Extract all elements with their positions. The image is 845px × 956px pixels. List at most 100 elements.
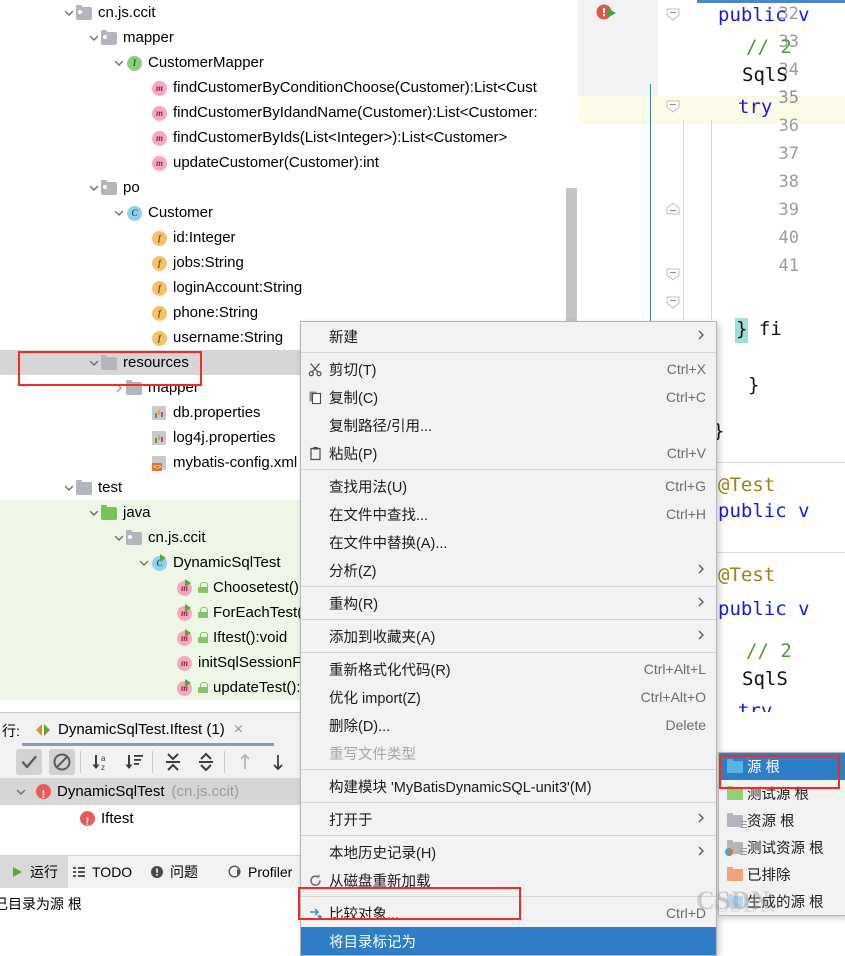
menu-item-17[interactable]: 本地历史记录(H)	[301, 838, 716, 866]
menu-item-label: 重构(R)	[329, 596, 379, 613]
bottom-tab-todo[interactable]: TODO	[62, 856, 142, 888]
show-passed-icon[interactable]	[16, 749, 42, 775]
tree-node-label: updateCustomer(Customer):int	[173, 154, 379, 171]
problems-icon	[150, 865, 164, 879]
menu-item-20[interactable]: 将目录标记为	[301, 927, 716, 955]
test-resources-root-icon	[725, 839, 747, 856]
tree-node-label: Iftest():void	[213, 629, 288, 646]
menu-item-19[interactable]: 比较对象... Ctrl+D	[301, 899, 716, 927]
tree-node-findcustomerbyidandname-customer-list-cu[interactable]: m findCustomerByIdandName(Customer):List<…	[0, 100, 578, 125]
previous-failed-icon[interactable]	[232, 749, 258, 775]
mark-directory-as-submenu[interactable]: 源 根测试源 根资源 根测试资源 根已排除生成的源 根	[718, 752, 845, 916]
submenu-item-excluded-icon[interactable]: 已排除	[719, 861, 845, 888]
menu-item-8[interactable]: 分析(Z)	[301, 556, 716, 584]
tree-node-findcustomerbyids-list-integer-list-cust[interactable]: m findCustomerByIds(List<Integer>):List<C…	[0, 125, 578, 150]
sources-root-icon	[725, 758, 747, 775]
menu-item-1[interactable]: 剪切(T) Ctrl+X	[301, 355, 716, 383]
chevron-down-icon[interactable]	[112, 206, 126, 220]
tree-node-po[interactable]: po	[0, 175, 578, 200]
menu-item-10[interactable]: 添加到收藏夹(A)	[301, 622, 716, 650]
menu-item-12[interactable]: 优化 import(Z) Ctrl+Alt+O	[301, 683, 716, 711]
menu-item-16[interactable]: 打开于	[301, 805, 716, 833]
tree-node-customer[interactable]: C Customer	[0, 200, 578, 225]
menu-item-label: 在文件中替换(A)...	[329, 535, 448, 552]
public-access-icon	[198, 682, 209, 693]
code-fold-up-icon[interactable]	[666, 202, 680, 215]
tree-node-customermapper[interactable]: I CustomerMapper	[0, 50, 578, 75]
code-fold-icon[interactable]	[666, 268, 680, 281]
field-icon: f	[151, 330, 168, 346]
tree-node-findcustomerbyconditionchoose-customer-l[interactable]: m findCustomerByConditionChoose(Customer)…	[0, 75, 578, 100]
menu-item-11[interactable]: 重新格式化代码(R) Ctrl+Alt+L	[301, 655, 716, 683]
tree-node-cn-js-ccit[interactable]: cn.js.ccit	[0, 0, 578, 25]
chevron-down-icon[interactable]	[112, 56, 126, 70]
chevron-down-icon[interactable]	[87, 181, 101, 195]
menu-item-7[interactable]: 在文件中替换(A)...	[301, 528, 716, 556]
chevron-down-icon[interactable]	[62, 481, 76, 495]
chevron-down-icon[interactable]	[14, 785, 28, 799]
code-fold-icon[interactable]	[666, 100, 680, 113]
chevron-down-icon[interactable]	[62, 6, 76, 20]
context-menu[interactable]: 新建剪切(T) Ctrl+X 复制(C) Ctrl+C 复制路径/引用... 粘贴(P) C…	[300, 321, 717, 956]
menu-item-15[interactable]: 构建模块 'MyBatisDynamicSQL-unit3'(M)	[301, 772, 716, 800]
menu-item-4[interactable]: 粘贴(P) Ctrl+V	[301, 439, 716, 467]
menu-item-9[interactable]: 重构(R)	[301, 589, 716, 617]
tree-node-updatecustomer-customer-int[interactable]: m updateCustomer(Customer):int	[0, 150, 578, 175]
test-method-icon: m	[176, 603, 193, 621]
menu-item-3[interactable]: 复制路径/引用...	[301, 411, 716, 439]
menu-item-5[interactable]: 查找用法(U) Ctrl+G	[301, 472, 716, 500]
bottom-tab-profiler[interactable]: Profiler	[218, 856, 302, 888]
menu-item-0[interactable]: 新建	[301, 322, 716, 350]
menu-item-label: 本地历史记录(H)	[329, 845, 437, 862]
close-icon[interactable]: ×	[234, 721, 243, 739]
run-test-with-error-gutter-icon[interactable]	[596, 4, 620, 22]
code-line: public v	[718, 4, 810, 26]
test-result-package: (cn.js.ccit)	[171, 783, 240, 800]
properties-file-icon	[151, 405, 168, 421]
bottom-tab-[interactable]: 问题	[140, 856, 208, 888]
menu-item-shortcut: Ctrl+D	[665, 905, 706, 921]
tree-node-label: findCustomerByIds(List<Integer>):List<Cu…	[173, 129, 508, 146]
menu-item-2[interactable]: 复制(C) Ctrl+C	[301, 383, 716, 411]
menu-item-13[interactable]: 删除(D)... Delete	[301, 711, 716, 739]
tree-node-loginaccount-string[interactable]: f loginAccount:String	[0, 275, 578, 300]
hide-ignored-icon[interactable]	[49, 749, 75, 775]
tree-node-jobs-string[interactable]: f jobs:String	[0, 250, 578, 275]
code-fold-icon[interactable]	[666, 296, 680, 309]
line-number: 39	[778, 200, 799, 220]
bottom-tab-[interactable]: 运行	[0, 856, 68, 888]
collapse-all-icon[interactable]	[193, 749, 219, 775]
submenu-item-generated-sources-root-icon[interactable]: 生成的源 根	[719, 888, 845, 915]
submenu-item-sources-root-icon[interactable]: 源 根	[719, 753, 845, 780]
method-icon: m	[151, 130, 168, 146]
run-configuration-tab[interactable]: DynamicSqlTest.Iftest (1) ×	[28, 713, 249, 746]
chevron-down-icon[interactable]	[87, 31, 101, 45]
code-fold-icon[interactable]	[666, 8, 680, 21]
method-icon: m	[151, 80, 168, 96]
project-tree-scrollbar-thumb[interactable]	[566, 188, 577, 336]
chevron-down-icon[interactable]	[112, 531, 126, 545]
sort-by-duration-icon[interactable]	[121, 749, 147, 775]
submenu-item-resources-root-icon[interactable]: 资源 根	[719, 807, 845, 834]
tree-node-label: mybatis-config.xml	[173, 454, 298, 471]
tree-node-mapper[interactable]: mapper	[0, 25, 578, 50]
menu-item-18[interactable]: 从磁盘重新加载	[301, 866, 716, 894]
chevron-down-icon[interactable]	[87, 506, 101, 520]
menu-item-6[interactable]: 在文件中查找... Ctrl+H	[301, 500, 716, 528]
next-failed-icon[interactable]	[265, 749, 291, 775]
expand-all-icon[interactable]	[160, 749, 186, 775]
submenu-item-test-resources-root-icon[interactable]: 测试资源 根	[719, 834, 845, 861]
resources-root-icon	[725, 812, 747, 829]
submenu-item-test-sources-root-icon[interactable]: 测试源 根	[719, 780, 845, 807]
public-access-icon	[198, 582, 209, 593]
sort-alphabetically-icon[interactable]: a z	[88, 749, 114, 775]
tree-node-id-integer[interactable]: f id:Integer	[0, 225, 578, 250]
chevron-down-icon[interactable]	[87, 356, 101, 370]
chevron-down-icon[interactable]	[137, 556, 151, 570]
chevron-right-icon[interactable]	[112, 381, 126, 395]
submenu-item-label: 已排除	[747, 868, 791, 884]
menu-separator	[301, 802, 716, 803]
